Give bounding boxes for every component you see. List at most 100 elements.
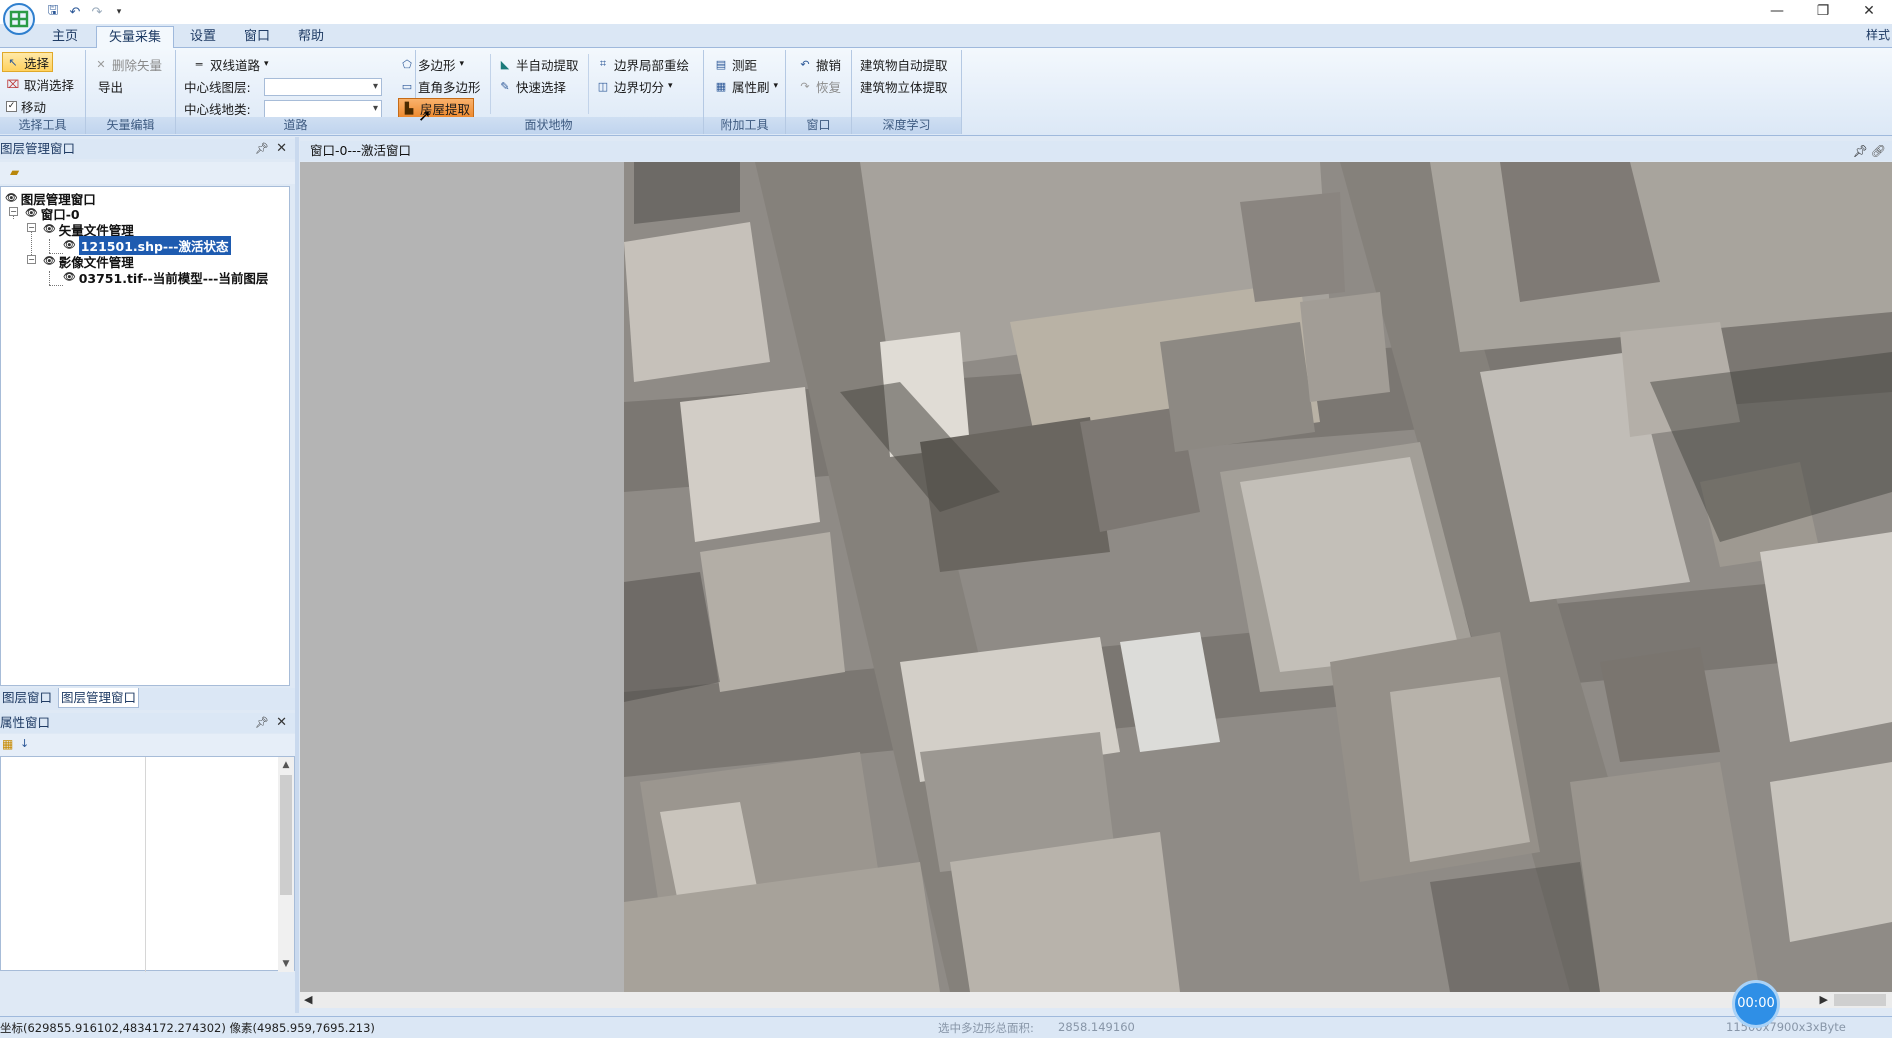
tab-layer-manage-window[interactable]: 图层管理窗口	[58, 688, 140, 708]
link-icon[interactable]: 🔗︎	[1871, 141, 1886, 161]
measure-button[interactable]: ▤ 测距	[714, 54, 757, 74]
boundary-split-button[interactable]: ◫ 边界切分 ▾	[596, 76, 673, 96]
tab-help[interactable]: 帮助	[286, 26, 336, 48]
tab-layer-window[interactable]: 图层窗口	[0, 688, 54, 708]
centerline-layer-select[interactable]	[264, 78, 382, 96]
eye-icon[interactable]: 👁︎	[43, 224, 56, 235]
semi-auto-extract-button[interactable]: ◣ 半自动提取	[498, 54, 579, 74]
eye-icon[interactable]: 👁︎	[25, 208, 38, 219]
pointer-icon: ↖	[8, 55, 18, 69]
eye-icon[interactable]: 👁︎	[63, 240, 76, 251]
tab-home[interactable]: 主页	[40, 26, 90, 48]
selected-area-value: 2858.149160	[1058, 1020, 1135, 1034]
tree-line	[49, 271, 50, 285]
pin-icon[interactable]: 📌︎	[255, 139, 269, 159]
brush-icon: ▦	[715, 79, 727, 93]
redo-label: 恢复	[816, 79, 842, 95]
scroll-right-icon[interactable]: ▶	[1820, 992, 1828, 1008]
selected-area-label: 选中多边形总面积:	[938, 1021, 1034, 1035]
tab-vector-collect[interactable]: 矢量采集	[96, 26, 175, 49]
property-grid: ▲ ▼	[0, 756, 295, 972]
building-stereo-extract-button[interactable]: 建筑物立体提取	[860, 76, 948, 96]
semi-auto-icon: ◣	[500, 57, 510, 71]
collapse-icon[interactable]: −	[27, 223, 36, 232]
centerline-layer-label: 中心线图层:	[184, 79, 251, 95]
close-icon[interactable]: ✕	[276, 139, 287, 159]
layer-tree: 👁︎ 图层管理窗口 − 👁︎ 窗口-0 − 👁︎ 矢量文件管理 👁︎ 121501.sh…	[0, 186, 290, 686]
export-button[interactable]: 导出	[98, 76, 123, 96]
open-folder-icon[interactable]: ▰	[10, 165, 19, 179]
collapse-icon[interactable]: −	[9, 207, 18, 216]
double-line-road-button[interactable]: ═ 双线道路 ▾	[192, 54, 269, 74]
map-hscrollbar[interactable]: ◀ ▶	[300, 992, 1892, 1008]
ribbon: ↖ 选择 ⌧ 取消选择 ✓ 移动 选择工具 ✕ 删除矢量 导出 矢量编辑 ═ 双线道路 ▾ …	[0, 48, 1892, 136]
chevron-down-icon: ▾	[459, 59, 465, 69]
boundary-redraw-icon: ⌗	[599, 57, 607, 70]
deselect-button[interactable]: ⌧ 取消选择	[6, 74, 74, 94]
undo-button[interactable]: ↶ 撤销	[798, 54, 841, 74]
pin-icon[interactable]: 📌︎	[1853, 141, 1868, 161]
redo-button[interactable]: ↷ 恢复	[798, 76, 841, 96]
attr-brush-button[interactable]: ▦ 属性刷 ▾	[714, 76, 778, 96]
quick-select-button[interactable]: ✎ 快速选择	[498, 76, 566, 96]
save-icon[interactable]: 🖫	[44, 3, 62, 21]
group-label: 道路	[176, 117, 415, 134]
document-tab[interactable]: 窗口-0---激活窗口 📌︎ 🔗︎	[300, 141, 1892, 161]
categorized-icon[interactable]: ▦	[2, 737, 13, 751]
map-view[interactable]	[300, 162, 1892, 992]
delete-icon: ✕	[96, 57, 106, 71]
title-bar: 🖫 ↶ ↷ ▾ — ❐ ✕	[0, 0, 1892, 24]
close-icon[interactable]: ✕	[1846, 0, 1892, 22]
move-checkbox[interactable]: ✓ 移动	[6, 96, 46, 116]
app-logo[interactable]	[2, 2, 36, 36]
scroll-down-icon[interactable]: ▼	[278, 956, 294, 972]
redo-icon[interactable]: ↷	[88, 3, 106, 21]
eye-icon[interactable]: 👁︎	[5, 193, 18, 204]
customize-icon[interactable]: ▾	[110, 3, 128, 21]
delete-vector-button[interactable]: ✕ 删除矢量	[94, 54, 162, 74]
scroll-thumb[interactable]	[280, 775, 292, 895]
property-scrollbar[interactable]: ▲ ▼	[278, 757, 294, 972]
centerline-class-select[interactable]	[264, 100, 382, 118]
boundary-redraw-button[interactable]: ⌗ 边界局部重绘	[596, 54, 689, 74]
collapse-icon[interactable]: −	[27, 255, 36, 264]
deselect-label: 取消选择	[24, 77, 75, 93]
export-label: 导出	[98, 79, 124, 95]
eye-icon[interactable]: 👁︎	[63, 272, 76, 283]
tab-window[interactable]: 窗口	[232, 26, 282, 48]
chevron-down-icon: ▾	[773, 81, 779, 91]
polygon-button[interactable]: ⬠ 多边形 ▾	[400, 54, 464, 74]
scroll-left-icon[interactable]: ◀	[304, 992, 312, 1008]
restore-icon[interactable]: ❐	[1800, 0, 1846, 22]
select-button[interactable]: ↖ 选择	[2, 52, 54, 72]
property-grid-divider	[145, 757, 146, 972]
aerial-image[interactable]	[300, 162, 1892, 992]
roof-extract-button[interactable]: ▙ 房屋提取	[398, 98, 475, 118]
recording-timer[interactable]: 00:00	[1732, 980, 1780, 1028]
sort-alpha-icon[interactable]: ↓	[20, 737, 29, 750]
group-label: 附加工具	[704, 117, 785, 134]
group-extra-tools: ▤ 测距 ▦ 属性刷 ▾ 附加工具	[704, 50, 786, 134]
close-icon[interactable]: ✕	[276, 713, 287, 733]
layer-pane-header: 图层管理窗口 📌︎ ✕	[0, 139, 295, 159]
layer-pane-toolbar: ▰	[0, 162, 295, 184]
group-label: 选择工具	[0, 117, 85, 134]
group-label: 面状地物	[394, 117, 703, 134]
eye-icon[interactable]: 👁︎	[43, 256, 56, 267]
style-label[interactable]: 样式	[1866, 26, 1890, 43]
tree-image-file[interactable]: 👁︎ 03751.tif--当前模型---当前图层	[63, 268, 268, 287]
minimize-icon[interactable]: —	[1754, 0, 1800, 22]
scroll-up-icon[interactable]: ▲	[278, 757, 294, 773]
group-label: 矢量编辑	[86, 117, 175, 134]
undo-icon[interactable]: ↶	[66, 3, 84, 21]
pin-icon[interactable]: 📌︎	[255, 713, 269, 733]
tab-settings[interactable]: 设置	[178, 26, 228, 48]
right-angle-polygon-button[interactable]: ▭ 直角多边形	[400, 76, 481, 96]
building-icon: ▙	[404, 101, 414, 115]
separator	[490, 54, 491, 114]
group-select-tools: ↖ 选择 ⌧ 取消选择 ✓ 移动 选择工具	[0, 50, 86, 134]
building-auto-extract-button[interactable]: 建筑物自动提取	[860, 54, 948, 74]
pane-splitter[interactable]	[295, 137, 299, 1013]
window-controls: — ❐ ✕	[1754, 0, 1892, 22]
scroll-thumb[interactable]	[1834, 994, 1886, 1006]
